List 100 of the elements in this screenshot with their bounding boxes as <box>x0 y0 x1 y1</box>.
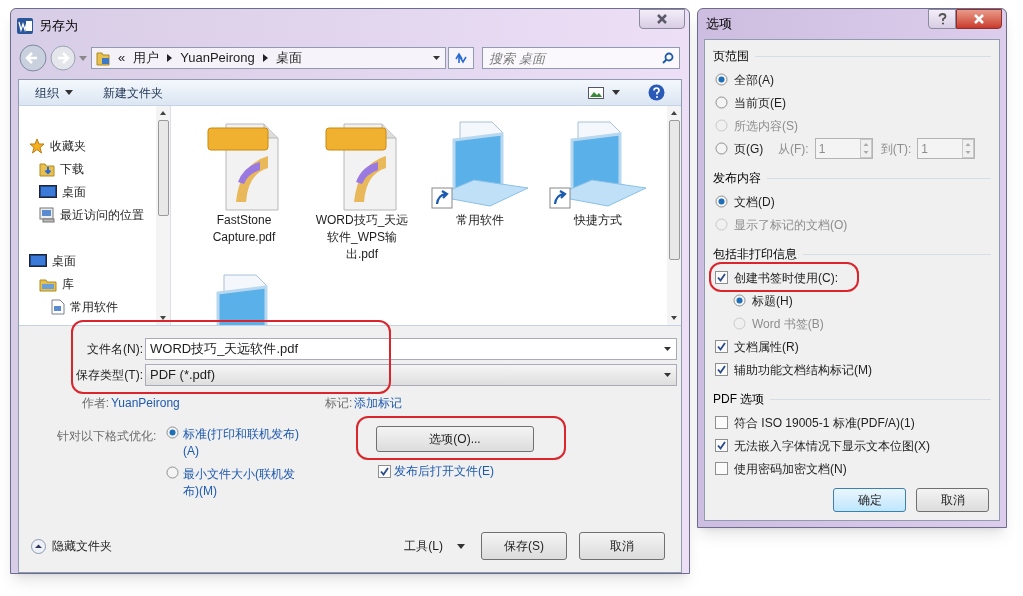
tools-menu[interactable]: 工具(L) <box>404 537 465 555</box>
radio-label[interactable]: 最小文件大小(联机发布)(M) <box>183 466 303 500</box>
tags-label: 标记: <box>325 395 353 412</box>
checkbox[interactable] <box>715 271 728 284</box>
help-icon[interactable] <box>648 84 665 101</box>
group-heading: 包括非打印信息 <box>713 246 797 263</box>
cancel-button[interactable]: 取消 <box>579 532 665 560</box>
help-icon <box>937 13 947 25</box>
file-name[interactable]: FastStone Capture.pdf <box>194 212 294 246</box>
group-heading: PDF 选项 <box>713 391 765 408</box>
organize-menu[interactable]: 组织 <box>35 83 73 102</box>
save-button[interactable]: 保存(S) <box>481 532 567 560</box>
breadcrumb-item[interactable]: « <box>118 48 126 68</box>
folder-icon <box>96 50 110 66</box>
checkbox-label[interactable]: 符合 ISO 19005-1 标准(PDF/A)(1) <box>734 413 915 432</box>
window-title: 另存为 <box>39 17 78 36</box>
radio-button[interactable] <box>715 142 728 155</box>
add-tags-link[interactable]: 添加标记 <box>354 394 403 412</box>
caret-icon[interactable] <box>432 55 441 61</box>
caret-icon <box>65 90 73 95</box>
checkbox[interactable] <box>715 462 728 475</box>
view-icon[interactable] <box>588 86 604 99</box>
radio-label[interactable]: 页(G) <box>734 139 770 158</box>
radio-label[interactable]: 文档(D) <box>734 192 775 211</box>
checkbox-label[interactable]: 创建书签时使用(C): <box>734 268 838 287</box>
radio-label[interactable]: 标准(打印和联机发布)(A) <box>183 426 303 460</box>
checkbox[interactable] <box>715 340 728 353</box>
field-label: 保存类型(T): <box>75 367 144 384</box>
file-name[interactable]: 快捷方式 <box>548 212 648 229</box>
radio-label[interactable]: 标题(H) <box>752 291 793 310</box>
breadcrumb-arrow-icon <box>167 54 173 62</box>
scrollbar[interactable] <box>156 106 170 325</box>
back-button[interactable] <box>19 44 47 72</box>
checkbox[interactable] <box>715 363 728 376</box>
radio-label[interactable]: 全部(A) <box>734 70 774 89</box>
radio-button[interactable] <box>166 466 179 479</box>
scrollbar[interactable] <box>667 106 681 325</box>
cancel-button[interactable]: 取消 <box>916 488 989 512</box>
sidebar-item[interactable]: 最近访问的位置 <box>29 203 170 226</box>
sidebar-item[interactable]: 下载 <box>29 157 170 180</box>
file-name[interactable]: 常用软件 <box>430 212 530 229</box>
search-field[interactable]: 搜索 桌面 <box>482 47 680 69</box>
help-button[interactable] <box>928 9 956 29</box>
radio-button[interactable] <box>715 96 728 109</box>
desktop-icon <box>39 184 57 199</box>
close-button[interactable] <box>956 9 1002 29</box>
search-icon <box>662 52 674 64</box>
checkbox-label[interactable]: 辅助功能文档结构标记(M) <box>734 360 872 379</box>
radio-label[interactable]: 当前页(E) <box>734 93 786 112</box>
caret-icon <box>457 543 465 549</box>
caret-icon[interactable] <box>612 90 620 95</box>
file-name-field[interactable]: WORD技巧_天远软件.pdf <box>145 338 677 360</box>
field-label: 文件名(N): <box>86 341 144 358</box>
spin-arrows-icon <box>962 139 975 158</box>
document-icon <box>51 298 65 315</box>
sidebar-item[interactable]: 收藏夹 <box>29 134 170 157</box>
recent-places-icon <box>39 206 55 223</box>
optimize-label: 针对以下格式优化: <box>56 428 158 445</box>
ok-button[interactable]: 确定 <box>833 488 906 512</box>
checkbox[interactable] <box>378 464 391 478</box>
radio-button[interactable] <box>733 294 746 307</box>
hide-folders-button[interactable]: 隐藏文件夹 <box>31 537 112 555</box>
checkbox-label[interactable]: 文档属性(R) <box>734 337 799 356</box>
new-folder-button[interactable]: 新建文件夹 <box>103 83 163 102</box>
file-name[interactable]: WORD技巧_天远软件_WPS输出.pdf <box>312 212 412 263</box>
refresh-icon <box>454 52 468 64</box>
author-link[interactable]: YuanPeirong <box>111 394 325 412</box>
scrollbar-thumb[interactable] <box>668 120 680 260</box>
caret-icon[interactable] <box>663 372 672 378</box>
breadcrumb-item[interactable]: 桌面 <box>275 48 302 68</box>
sidebar-item[interactable]: 常用软件 <box>29 295 170 318</box>
file-type-dropdown[interactable]: PDF (*.pdf) <box>145 364 677 386</box>
checkbox[interactable] <box>715 439 728 452</box>
close-icon <box>656 14 668 24</box>
checkbox-label[interactable]: 使用密码加密文档(N) <box>734 459 847 478</box>
options-button[interactable]: 选项(O)... <box>376 426 534 452</box>
address-bar[interactable]: « 用户 YuanPeirong 桌面 <box>91 47 446 69</box>
checkbox-label[interactable]: 无法嵌入字体情况下显示文本位图(X) <box>734 436 930 455</box>
sidebar-item[interactable]: 桌面 <box>29 249 170 272</box>
window-title: 选项 <box>706 15 732 34</box>
breadcrumb-arrow-icon <box>262 54 268 62</box>
breadcrumb-item[interactable]: YuanPeirong <box>180 48 255 68</box>
word-app-icon <box>17 18 33 34</box>
refresh-button[interactable] <box>448 47 474 69</box>
checkbox-label[interactable]: 发布后打开文件(E) <box>394 462 494 480</box>
close-button[interactable] <box>639 9 685 29</box>
radio-button[interactable] <box>166 426 179 439</box>
radio-button[interactable] <box>715 195 728 208</box>
sidebar-item[interactable]: 桌面 <box>29 180 170 203</box>
breadcrumb-item[interactable]: 用户 <box>133 48 160 68</box>
caret-icon[interactable] <box>663 346 672 352</box>
close-icon <box>973 14 985 24</box>
scrollbar-thumb[interactable] <box>157 120 169 216</box>
collapse-icon <box>31 538 46 554</box>
radio-button[interactable] <box>715 73 728 86</box>
spinner-label: 到(T): <box>880 140 912 158</box>
star-icon <box>29 137 45 154</box>
group-heading: 页范围 <box>713 48 749 65</box>
sidebar-item[interactable]: 库 <box>29 272 170 295</box>
checkbox[interactable] <box>715 416 728 429</box>
